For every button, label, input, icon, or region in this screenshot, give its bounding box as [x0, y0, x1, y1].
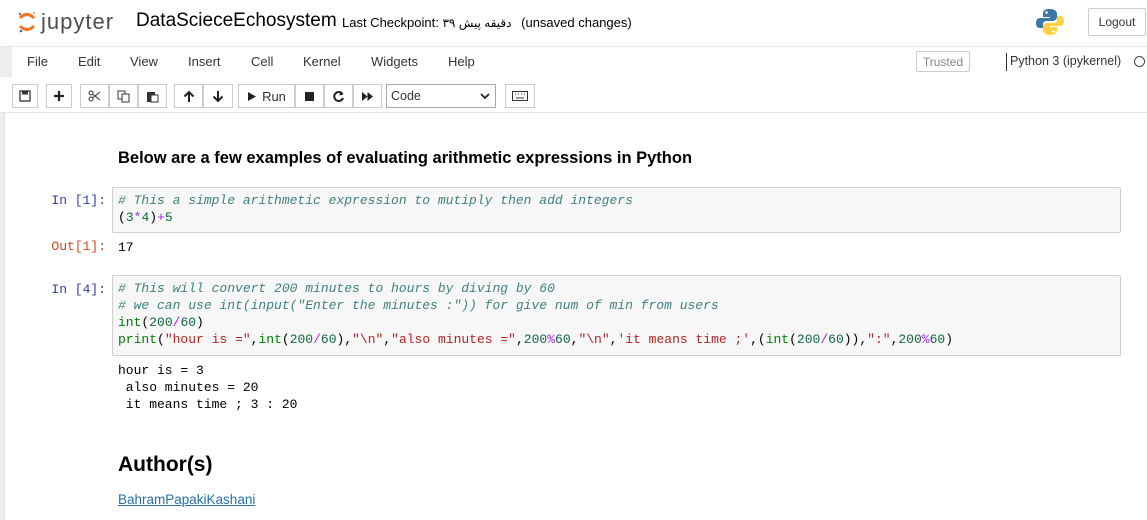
- cut-button[interactable]: [80, 84, 109, 108]
- fast-forward-icon: [362, 91, 373, 101]
- code-line: # we can use int(input("Enter the minute…: [118, 298, 719, 313]
- python-logo-icon: [1036, 9, 1064, 35]
- checkpoint-label: Last Checkpoint:: [342, 15, 439, 30]
- menu-view[interactable]: View: [130, 54, 158, 69]
- author-link[interactable]: BahramPapakiKashani: [118, 492, 255, 507]
- save-status: (unsaved changes): [521, 15, 632, 30]
- cell-type-value: Code: [391, 89, 421, 103]
- kernel-idle-icon: [1134, 56, 1145, 67]
- code-line: # This will convert 200 minutes to hours…: [118, 281, 555, 296]
- code-line: # This a simple arithmetic expression to…: [118, 193, 633, 208]
- logout-button[interactable]: Logout: [1088, 8, 1146, 36]
- code-token: "\n": [578, 332, 610, 347]
- jupyter-logo[interactable]: jupyter: [17, 8, 114, 36]
- code-token: 5: [164, 210, 173, 225]
- copy-button[interactable]: [109, 84, 138, 108]
- restart-button[interactable]: [324, 84, 353, 108]
- markdown-heading: Below are a few examples of evaluating a…: [118, 149, 693, 167]
- command-palette-button[interactable]: [505, 84, 535, 108]
- save-icon: [19, 90, 31, 102]
- play-icon: [248, 91, 257, 101]
- code-token: ":": [867, 332, 891, 347]
- cell-output-1: 17: [118, 240, 134, 255]
- move-up-button[interactable]: [174, 84, 203, 108]
- cell-output-4: hour is = 3 also minutes = 20 it means t…: [118, 363, 298, 412]
- menu-bar: File Edit View Insert Cell Kernel Widget…: [12, 47, 1147, 77]
- output-prompt-1: Out[1]:: [51, 239, 106, 254]
- toolbar: Run Code: [0, 77, 1147, 113]
- jupyter-logo-icon: [18, 12, 36, 33]
- code-cell-4[interactable]: # This will convert 200 minutes to hours…: [112, 275, 1121, 356]
- plus-icon: [54, 91, 64, 101]
- code-token: 60: [929, 332, 946, 347]
- menu-kernel[interactable]: Kernel: [303, 54, 341, 69]
- kernel-name[interactable]: Python 3 (ipykernel): [1010, 54, 1121, 68]
- checkpoint-status: Last Checkpoint: ۳۹ دقیقه پیش (unsaved c…: [342, 15, 632, 30]
- interrupt-button[interactable]: [295, 84, 324, 108]
- kernel-separator: [1006, 53, 1007, 71]
- code-token: 60: [180, 315, 197, 330]
- code-token: 'it means time ;': [617, 332, 751, 347]
- code-token: "\n": [352, 332, 384, 347]
- paste-button[interactable]: [138, 84, 167, 108]
- save-button[interactable]: [12, 84, 38, 108]
- code-token: "also minutes =": [391, 332, 516, 347]
- code-token: int: [765, 332, 790, 347]
- code-token: +: [157, 210, 165, 225]
- jupyter-logo-text: jupyter: [41, 9, 115, 34]
- cell-type-select[interactable]: Code: [386, 84, 496, 108]
- scissors-icon: [88, 90, 101, 102]
- code-token: 60: [555, 332, 571, 347]
- trusted-indicator[interactable]: Trusted: [916, 51, 970, 72]
- insert-cell-button[interactable]: [46, 84, 72, 108]
- code-token: 200: [149, 315, 173, 330]
- header-bar: jupyter DataScieceEchosystem Last Checkp…: [0, 0, 1147, 47]
- checkpoint-time: ۳۹ دقیقه پیش: [442, 16, 512, 30]
- chevron-down-icon: [480, 93, 490, 100]
- menu-help[interactable]: Help: [448, 54, 475, 69]
- stop-icon: [305, 91, 314, 101]
- menu-cell[interactable]: Cell: [251, 54, 273, 69]
- code-token: 200: [523, 332, 548, 347]
- restart-run-all-button[interactable]: [353, 84, 382, 108]
- author-heading: Author(s): [118, 453, 213, 476]
- menu-file[interactable]: File: [27, 54, 48, 69]
- code-token: (: [118, 210, 126, 225]
- code-token: 200: [898, 332, 922, 347]
- keyboard-icon: [512, 91, 528, 101]
- code-token: 200: [796, 332, 821, 347]
- code-token: 60: [828, 332, 844, 347]
- code-token: 3: [125, 210, 134, 225]
- notebook-name[interactable]: DataScieceEchosystem: [136, 10, 337, 32]
- restart-icon: [333, 90, 344, 102]
- run-button[interactable]: Run: [238, 84, 295, 108]
- move-down-button[interactable]: [203, 84, 233, 108]
- code-token: int: [118, 315, 142, 330]
- menu-insert[interactable]: Insert: [188, 54, 221, 69]
- input-prompt-4: In [4]:: [51, 282, 106, 297]
- menu-widgets[interactable]: Widgets: [371, 54, 418, 69]
- code-token: 200: [289, 332, 314, 347]
- input-prompt-1: In [1]:: [51, 193, 106, 208]
- code-token: ): [149, 210, 158, 225]
- code-token: 60: [320, 332, 337, 347]
- paste-icon: [147, 91, 159, 102]
- arrow-up-icon: [183, 90, 194, 102]
- code-cell-1[interactable]: # This a simple arithmetic expression to…: [112, 187, 1121, 233]
- code-token: %: [547, 332, 556, 347]
- code-token: ): [196, 315, 204, 330]
- run-label: Run: [262, 88, 286, 104]
- code-token: "hour is =": [164, 332, 251, 347]
- code-token: print: [118, 332, 158, 347]
- menu-edit[interactable]: Edit: [78, 54, 100, 69]
- code-token: int: [258, 332, 282, 347]
- copy-icon: [117, 90, 130, 102]
- arrow-down-icon: [212, 90, 224, 102]
